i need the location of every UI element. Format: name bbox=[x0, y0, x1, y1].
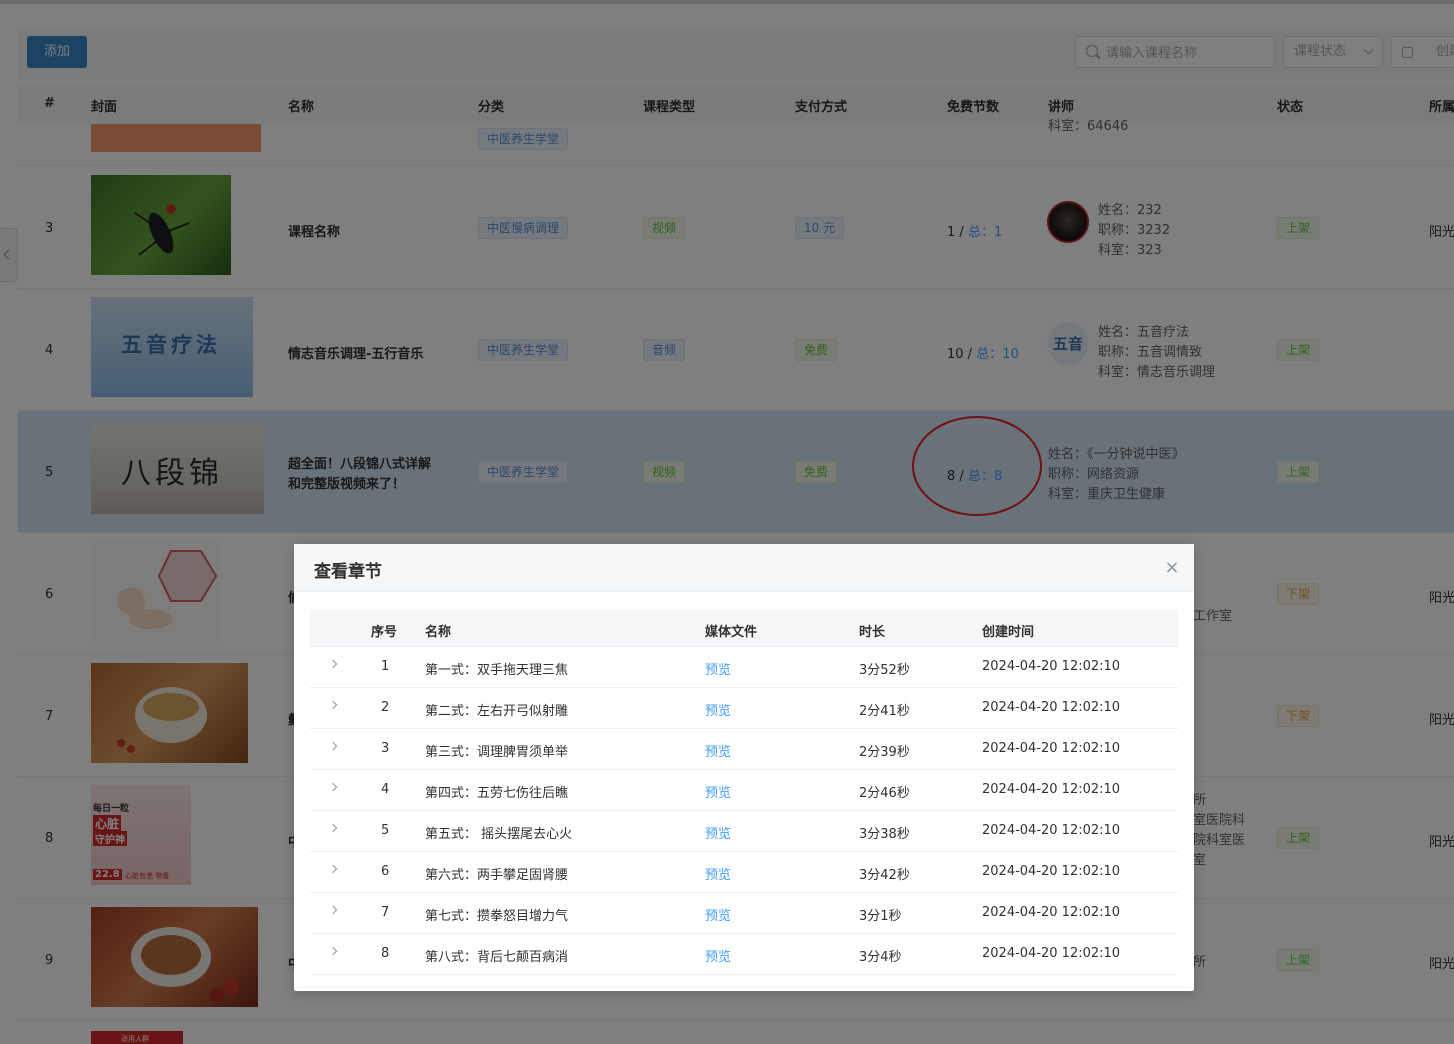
chapter-duration: 3分42秒 bbox=[859, 868, 910, 883]
chapter-no: 7 bbox=[381, 905, 390, 920]
close-icon[interactable]: × bbox=[1162, 558, 1182, 578]
chapter-duration: 2分39秒 bbox=[859, 745, 910, 760]
chapter-duration: 3分1秒 bbox=[859, 909, 902, 924]
dialog-title: 查看章节 bbox=[314, 562, 382, 582]
chapter-no: 8 bbox=[381, 946, 390, 961]
chapter-row[interactable]: 5 第五式： 摇头摆尾去心火 预览 3分38秒 2024-04-20 12:02… bbox=[310, 811, 1178, 852]
preview-link[interactable]: 预览 bbox=[705, 741, 731, 760]
chapter-name: 第八式：背后七颠百病消 bbox=[425, 950, 569, 965]
chapter-row[interactable]: 1 第一式：双手拖天理三焦 预览 3分52秒 2024-04-20 12:02:… bbox=[310, 647, 1178, 688]
chapter-created: 2024-04-20 12:02:10 bbox=[982, 823, 1121, 838]
preview-link[interactable]: 预览 bbox=[705, 659, 731, 678]
expand-chevron-icon[interactable] bbox=[328, 864, 338, 874]
chapter-created: 2024-04-20 12:02:10 bbox=[982, 946, 1121, 961]
expand-chevron-icon[interactable] bbox=[328, 741, 338, 751]
chapter-row[interactable]: 8 第八式：背后七颠百病消 预览 3分4秒 2024-04-20 12:02:1… bbox=[310, 934, 1178, 975]
chapter-row[interactable]: 3 第三式：调理脾胃须单举 预览 2分39秒 2024-04-20 12:02:… bbox=[310, 729, 1178, 770]
chapter-created: 2024-04-20 12:02:10 bbox=[982, 782, 1121, 797]
chapter-duration: 2分46秒 bbox=[859, 786, 910, 801]
chapter-no: 3 bbox=[381, 741, 390, 756]
expand-chevron-icon[interactable] bbox=[328, 782, 338, 792]
chapter-row[interactable]: 4 第四式：五劳七伤往后瞧 预览 2分46秒 2024-04-20 12:02:… bbox=[310, 770, 1178, 811]
chapter-no: 4 bbox=[381, 782, 390, 797]
col-header-seq: 序号 bbox=[371, 625, 398, 640]
chapter-name: 第五式： 摇头摆尾去心火 bbox=[425, 827, 573, 842]
chapter-duration: 3分4秒 bbox=[859, 950, 902, 965]
chapter-name: 第四式：五劳七伤往后瞧 bbox=[425, 786, 569, 801]
chapter-created: 2024-04-20 12:02:10 bbox=[982, 700, 1121, 715]
col-header-duration: 时长 bbox=[859, 625, 886, 640]
preview-link[interactable]: 预览 bbox=[705, 700, 731, 719]
chapter-no: 2 bbox=[381, 700, 390, 715]
chapter-row[interactable]: 7 第七式：攒拳怒目增力气 预览 3分1秒 2024-04-20 12:02:1… bbox=[310, 893, 1178, 934]
preview-link[interactable]: 预览 bbox=[705, 946, 731, 965]
chapter-no: 5 bbox=[381, 823, 390, 838]
chapter-duration: 2分41秒 bbox=[859, 704, 910, 719]
preview-link[interactable]: 预览 bbox=[705, 864, 731, 883]
chapters-dialog: 查看章节 × 序号 名称 媒体文件 时长 创建时间 1 第一式：双手拖天理三焦 … bbox=[294, 544, 1194, 991]
col-header-created: 创建时间 bbox=[982, 625, 1035, 640]
expand-chevron-icon[interactable] bbox=[328, 823, 338, 833]
chapter-row[interactable]: 6 第六式：两手攀足固肾腰 预览 3分42秒 2024-04-20 12:02:… bbox=[310, 852, 1178, 893]
col-header-name: 名称 bbox=[425, 625, 452, 640]
expand-chevron-icon[interactable] bbox=[328, 905, 338, 915]
chapter-duration: 3分52秒 bbox=[859, 663, 910, 678]
dialog-header: 查看章节 × bbox=[294, 544, 1194, 592]
col-header-media: 媒体文件 bbox=[705, 625, 758, 640]
chapter-row[interactable]: 2 第二式：左右开弓似射雕 预览 2分41秒 2024-04-20 12:02:… bbox=[310, 688, 1178, 729]
chapter-name: 第六式：两手攀足固肾腰 bbox=[425, 868, 569, 883]
chapter-created: 2024-04-20 12:02:10 bbox=[982, 864, 1121, 879]
chapter-created: 2024-04-20 12:02:10 bbox=[982, 741, 1121, 756]
preview-link[interactable]: 预览 bbox=[705, 905, 731, 924]
chapter-no: 1 bbox=[381, 659, 390, 674]
chapter-created: 2024-04-20 12:02:10 bbox=[982, 659, 1121, 674]
chapter-duration: 3分38秒 bbox=[859, 827, 910, 842]
chapter-no: 6 bbox=[381, 864, 390, 879]
chapters-table-header: 序号 名称 媒体文件 时长 创建时间 bbox=[310, 610, 1178, 647]
chapter-name: 第七式：攒拳怒目增力气 bbox=[425, 909, 569, 924]
chapter-name: 第三式：调理脾胃须单举 bbox=[425, 745, 569, 760]
expand-chevron-icon[interactable] bbox=[328, 700, 338, 710]
preview-link[interactable]: 预览 bbox=[705, 782, 731, 801]
preview-link[interactable]: 预览 bbox=[705, 823, 731, 842]
chapter-name: 第二式：左右开弓似射雕 bbox=[425, 704, 569, 719]
chapter-created: 2024-04-20 12:02:10 bbox=[982, 905, 1121, 920]
expand-chevron-icon[interactable] bbox=[328, 946, 338, 956]
expand-chevron-icon[interactable] bbox=[328, 659, 338, 669]
chapter-name: 第一式：双手拖天理三焦 bbox=[425, 663, 569, 678]
